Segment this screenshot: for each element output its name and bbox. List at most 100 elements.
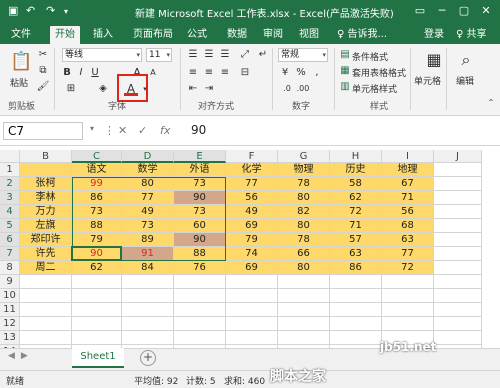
- column-header-e[interactable]: E: [174, 150, 226, 163]
- cell-h8[interactable]: 86: [330, 261, 382, 275]
- cell-styles-icon[interactable]: ▥: [338, 80, 352, 94]
- row-header-5[interactable]: 5: [0, 219, 20, 233]
- align-right-icon[interactable]: ≡: [218, 66, 232, 80]
- insert-function-icon[interactable]: fx: [160, 124, 170, 137]
- paste-icon[interactable]: 📋: [10, 50, 32, 74]
- share-button[interactable]: ♀ 共享: [456, 26, 487, 44]
- cell-g10[interactable]: [278, 289, 330, 303]
- cell-i5[interactable]: 68: [382, 219, 434, 233]
- font-name-select[interactable]: 等线 ▾: [62, 48, 142, 62]
- align-center-icon[interactable]: ≡: [202, 66, 216, 80]
- copy-icon[interactable]: ⧉: [36, 64, 50, 78]
- cell-g4[interactable]: 82: [278, 205, 330, 219]
- number-format-select[interactable]: 常规 ▾: [278, 48, 328, 62]
- cell-e10[interactable]: [174, 289, 226, 303]
- cell-b3[interactable]: 李林: [20, 191, 72, 205]
- cell-h11[interactable]: [330, 303, 382, 317]
- cell-h1[interactable]: 历史: [330, 163, 382, 177]
- editing-button[interactable]: 编辑: [456, 74, 474, 87]
- font-size-select[interactable]: 11 ▾: [146, 48, 172, 62]
- cell-j8[interactable]: [434, 261, 482, 275]
- cell-g12[interactable]: [278, 317, 330, 331]
- tab-insert[interactable]: 插入: [88, 26, 118, 44]
- row-header-7[interactable]: 7: [0, 247, 20, 261]
- cell-f6[interactable]: 79: [226, 233, 278, 247]
- redo-icon[interactable]: ↷: [46, 4, 55, 17]
- row-header-4[interactable]: 4: [0, 205, 20, 219]
- row-header-1[interactable]: 1: [0, 163, 20, 177]
- restore-button[interactable]: ▢: [456, 3, 472, 19]
- cell-e11[interactable]: [174, 303, 226, 317]
- cell-b10[interactable]: [20, 289, 72, 303]
- formula-input[interactable]: 90: [185, 122, 497, 140]
- percent-button[interactable]: %: [294, 66, 308, 80]
- name-box-dropdown-icon[interactable]: ▾: [90, 124, 94, 133]
- cell-d8[interactable]: 84: [122, 261, 174, 275]
- align-bottom-icon[interactable]: ☰: [218, 48, 232, 62]
- tab-page-layout[interactable]: 页面布局: [128, 26, 178, 44]
- cell-i4[interactable]: 56: [382, 205, 434, 219]
- cell-b11[interactable]: [20, 303, 72, 317]
- customize-quick-access-icon[interactable]: ▾: [64, 7, 68, 16]
- paste-label[interactable]: 粘贴: [10, 76, 28, 89]
- cell-b13[interactable]: [20, 331, 72, 345]
- cell-f8[interactable]: 69: [226, 261, 278, 275]
- active-cell-c7[interactable]: [71, 246, 122, 261]
- cell-c11[interactable]: [72, 303, 122, 317]
- row-header-2[interactable]: 2: [0, 177, 20, 191]
- cell-e1[interactable]: 外语: [174, 163, 226, 177]
- cell-h2[interactable]: 58: [330, 177, 382, 191]
- align-middle-icon[interactable]: ☰: [202, 48, 216, 62]
- cell-f1[interactable]: 化学: [226, 163, 278, 177]
- cell-d13[interactable]: [122, 331, 174, 345]
- cells-button[interactable]: 单元格: [414, 74, 441, 87]
- align-left-icon[interactable]: ≡: [186, 66, 200, 80]
- bold-button[interactable]: B: [60, 66, 74, 80]
- cell-j3[interactable]: [434, 191, 482, 205]
- cell-h12[interactable]: [330, 317, 382, 331]
- cell-h7[interactable]: 63: [330, 247, 382, 261]
- cell-j9[interactable]: [434, 275, 482, 289]
- cut-icon[interactable]: ✂: [36, 48, 50, 62]
- cell-b1[interactable]: [20, 163, 72, 177]
- conditional-format-icon[interactable]: ▤: [338, 48, 352, 62]
- comma-button[interactable]: ,: [310, 66, 324, 80]
- cell-e13[interactable]: [174, 331, 226, 345]
- column-header-j[interactable]: J: [434, 150, 482, 163]
- cell-j11[interactable]: [434, 303, 482, 317]
- cell-f13[interactable]: [226, 331, 278, 345]
- tab-view[interactable]: 视图: [294, 26, 324, 44]
- cells-icon[interactable]: ▦: [424, 50, 444, 70]
- cell-f12[interactable]: [226, 317, 278, 331]
- cell-c13[interactable]: [72, 331, 122, 345]
- align-top-icon[interactable]: ☰: [186, 48, 200, 62]
- format-painter-icon[interactable]: 🖌: [36, 80, 50, 94]
- cell-h5[interactable]: 71: [330, 219, 382, 233]
- cell-d1[interactable]: 数学: [122, 163, 174, 177]
- decrease-decimal-icon[interactable]: .00: [296, 82, 310, 96]
- cell-b2[interactable]: 张柯: [20, 177, 72, 191]
- fill-color-icon[interactable]: ◈: [96, 82, 110, 96]
- cell-d9[interactable]: [122, 275, 174, 289]
- cell-b8[interactable]: 周二: [20, 261, 72, 275]
- tab-data[interactable]: 数据: [222, 26, 252, 44]
- cell-f2[interactable]: 77: [226, 177, 278, 191]
- cell-h13[interactable]: [330, 331, 382, 345]
- cell-j12[interactable]: [434, 317, 482, 331]
- decrease-indent-icon[interactable]: ⇤: [186, 82, 200, 96]
- minimize-button[interactable]: ─: [434, 3, 450, 19]
- cell-c1[interactable]: 语文: [72, 163, 122, 177]
- row-header-9[interactable]: 9: [0, 275, 20, 289]
- cell-i6[interactable]: 63: [382, 233, 434, 247]
- row-header-6[interactable]: 6: [0, 233, 20, 247]
- format-as-table-button[interactable]: 套用表格格式: [352, 66, 406, 79]
- cell-i8[interactable]: 72: [382, 261, 434, 275]
- decrease-font-icon[interactable]: A: [146, 66, 160, 80]
- row-header-10[interactable]: 10: [0, 289, 20, 303]
- cell-j6[interactable]: [434, 233, 482, 247]
- column-header-g[interactable]: G: [278, 150, 330, 163]
- column-header-b[interactable]: B: [20, 150, 72, 163]
- tab-review[interactable]: 审阅: [258, 26, 288, 44]
- save-icon[interactable]: ▣: [8, 4, 18, 17]
- tab-file[interactable]: 文件: [6, 26, 36, 44]
